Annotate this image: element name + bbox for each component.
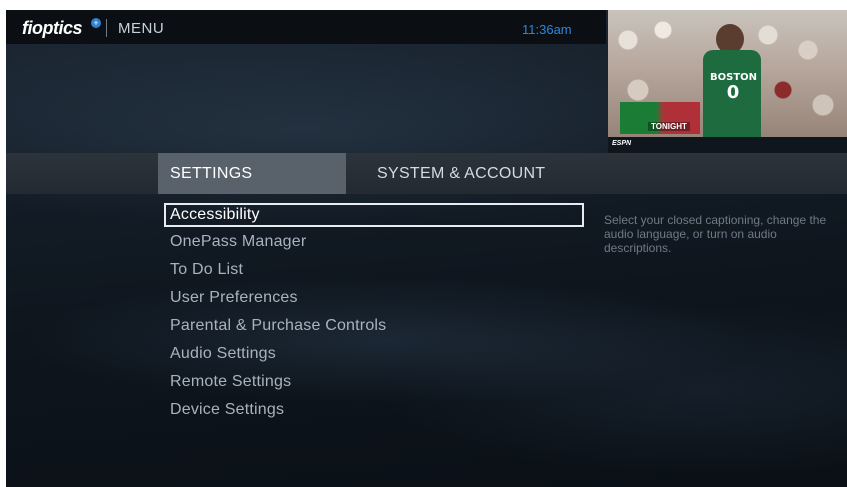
menu-item-accessibility[interactable]: Accessibility bbox=[164, 203, 584, 227]
jersey-number: 0 bbox=[726, 82, 740, 103]
menu-item-onepass-manager[interactable]: OnePass Manager bbox=[164, 231, 584, 255]
tab-settings[interactable]: SETTINGS bbox=[158, 153, 346, 194]
item-description: Select your closed captioning, change th… bbox=[604, 213, 827, 255]
fioptics-logo: fioptics bbox=[22, 18, 83, 38]
promo-tonight-text: TONIGHT bbox=[648, 122, 690, 131]
menu-item-to-do-list[interactable]: To Do List bbox=[164, 259, 584, 283]
menu-item-parental-purchase-controls[interactable]: Parental & Purchase Controls bbox=[164, 315, 584, 339]
clock: 11:36am bbox=[522, 22, 572, 37]
jersey-text: BOSTON 0 bbox=[710, 72, 757, 103]
menu-item-audio-settings[interactable]: Audio Settings bbox=[164, 343, 584, 367]
header-divider bbox=[106, 19, 107, 37]
tab-system-account[interactable]: SYSTEM & ACCOUNT bbox=[346, 153, 546, 194]
menu-item-device-settings[interactable]: Device Settings bbox=[164, 399, 584, 423]
menu-title: MENU bbox=[118, 20, 165, 37]
live-tv-preview[interactable]: TONIGHT BOSTON 0 ESPN bbox=[608, 10, 847, 153]
tab-bar: SETTINGS SYSTEM & ACCOUNT bbox=[6, 153, 847, 194]
logo-plus-icon: + bbox=[91, 18, 101, 28]
network-logo: ESPN bbox=[612, 140, 632, 147]
top-bar: fioptics + MENU 11:36am bbox=[6, 10, 606, 44]
menu-item-user-preferences[interactable]: User Preferences bbox=[164, 287, 584, 311]
tv-screen: fioptics + MENU 11:36am TONIGHT BOSTON 0… bbox=[6, 10, 847, 487]
menu-item-remote-settings[interactable]: Remote Settings bbox=[164, 371, 584, 395]
score-ticker: ESPN bbox=[608, 137, 847, 153]
